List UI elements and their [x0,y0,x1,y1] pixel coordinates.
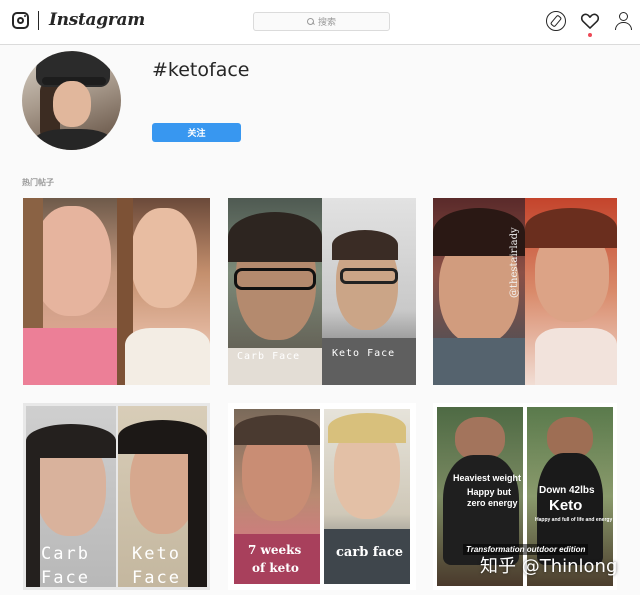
top-shape [535,328,617,385]
top-shape [322,338,416,385]
top-shape [23,328,117,385]
post-thumbnail[interactable]: @thestairlady [433,198,617,385]
search-placeholder: 搜索 [317,18,336,28]
post-caption-overlay: 7 weeks [248,543,302,557]
compass-icon[interactable] [546,11,566,31]
post-thumbnail[interactable]: Carb Face Keto Face [23,403,210,590]
heart-icon[interactable] [580,11,600,31]
top-navigation-bar: Instagram 搜索 [0,0,640,45]
avatar-face-shape [53,81,91,127]
post-caption-overlay: Down 42lbs [539,485,595,496]
hair-shape [228,212,322,262]
post-caption-overlay: carb face [336,545,404,560]
instagram-logo-icon[interactable] [12,12,29,29]
post-photo-left [23,198,117,385]
logo-divider [38,11,39,30]
post-photo-left: Carb Face [228,198,322,385]
caption-band-shape [234,534,320,584]
post-caption-overlay: Face [132,568,181,587]
post-photo-left: Carb Face [26,406,116,587]
notification-dot [588,33,592,37]
face-shape [33,206,111,316]
post-photo-right: carb face [324,409,410,584]
hair-shape [26,424,116,458]
glasses-shape [234,268,316,290]
post-caption-overlay: Keto [549,497,583,514]
hair-shape [26,456,40,587]
avatar-shirt-shape [34,129,112,150]
post-watermark-overlay: @thestairlady [509,227,520,298]
post-thumbnail[interactable]: Carb Face Keto Face [228,198,416,385]
hashtag-title: #ketoface [152,59,250,81]
post-caption-overlay: Carb Face [237,351,301,362]
hair-shape [188,446,207,587]
post-caption-overlay: Keto [132,544,181,564]
post-photo-left: 7 weeks of keto [234,409,320,584]
user-icon[interactable] [614,11,634,31]
instagram-wordmark[interactable]: Instagram [49,10,145,30]
post-caption-overlay: zero energy [467,498,518,508]
post-caption-overlay: Carb [41,544,90,564]
post-photo-right [117,198,210,385]
post-photo-right: Keto Face [322,198,416,385]
follow-button[interactable]: 关注 [152,123,241,142]
hair-shape [234,415,320,445]
post-thumbnail[interactable]: 7 weeks of keto carb face [228,403,416,590]
post-photo-right: Keto Face [118,406,207,587]
post-caption-overlay: Face [41,568,90,587]
post-caption-overlay: Heaviest weight [453,473,522,483]
post-thumbnail[interactable] [23,198,210,385]
hair-shape [328,413,406,443]
glasses-shape [340,268,398,284]
post-caption-overlay: Happy and full of life and energy [535,517,613,523]
top-posts-heading: 热门帖子 [22,178,54,187]
search-input[interactable]: 搜索 [253,12,390,31]
top-shape [125,328,210,385]
jacket-shape [433,338,525,385]
post-caption-overlay: Keto Face [332,348,396,359]
post-photo-right [525,198,617,385]
zhihu-watermark: 知乎 @Thinlong [480,556,618,577]
hair-shape [332,230,398,260]
post-caption-overlay: of keto [252,561,299,575]
hair-shape [525,208,617,248]
post-caption-overlay: Happy but [467,487,511,497]
face-shape [131,208,197,308]
search-icon [306,17,315,26]
hashtag-avatar [22,51,121,150]
